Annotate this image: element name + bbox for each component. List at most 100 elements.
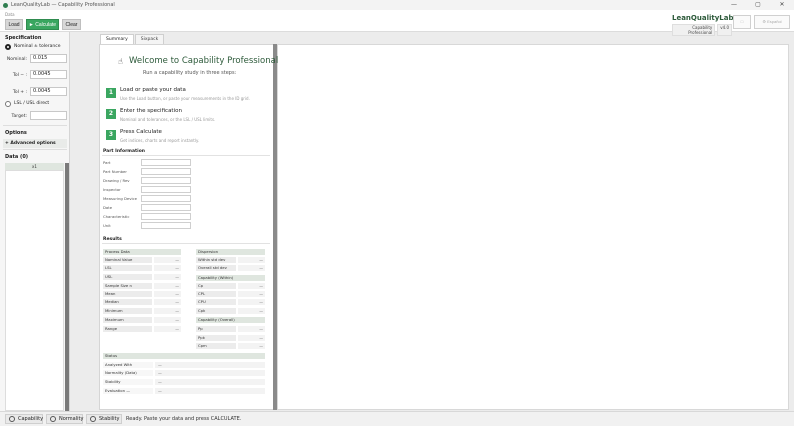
result-label: LSL [103,265,152,271]
close-button[interactable]: ✕ [770,0,794,10]
characteristic-input[interactable] [141,213,191,220]
result-label: Minimum [103,308,152,314]
result-label: Ppk [196,335,236,341]
result-label: Sample Size n [103,283,152,289]
result-label: CPU [196,299,236,305]
dispersion-header: Dispersion [196,249,265,255]
tab-capability[interactable]: Capability [5,414,43,424]
result-label: Cpk [196,308,236,314]
direct-mode-radio[interactable] [5,101,11,107]
welcome-subtitle: Run a capability study in three steps: [143,70,237,76]
result-value: — [238,291,265,297]
unit-input[interactable] [141,222,191,229]
view-tabs: Summary Sixpack [100,34,165,44]
load-button[interactable]: Load [5,19,23,30]
nominal-mode-radio[interactable] [5,44,11,50]
tab-label: Stability [99,416,120,422]
nominal-input[interactable]: 0.015 [30,54,67,63]
status-message: Ready. Paste your data and press CALCULA… [126,416,242,422]
result-value: — [154,317,181,323]
tol-plus-label: Tol + : [12,90,27,95]
tol-plus-input[interactable]: 0.0045 [30,87,67,96]
nominal-label: Nominal: [6,57,27,62]
inspector-input[interactable] [141,186,191,193]
circle-icon [9,416,15,422]
drawing-input[interactable] [141,177,191,184]
measuring-device-input[interactable] [141,195,191,202]
step-description: Nominal and tolerances, or the LSL / USL… [120,117,216,122]
step-number: 2 [106,109,116,119]
data-heading: Data (0) [5,154,29,160]
result-value: — [154,257,181,263]
tab-label: Capability [18,416,44,422]
result-label: Nominal Value [103,257,152,263]
result-value: — [238,265,265,271]
result-value: — [238,299,265,305]
status-value: — [155,370,265,376]
result-label: Overall std dev [196,265,236,271]
result-label: Median [103,299,152,305]
result-value: — [154,308,181,314]
result-label: Maximum [103,317,152,323]
toolbar-group-label: Data [5,12,15,17]
brand-name: LeanQualityLab [672,14,734,22]
status-value: — [155,388,265,394]
window-title: LeanQualityLab — Capability Professional [11,2,115,8]
window-controls: — ▢ ✕ [722,0,794,10]
step-title: Press Calculate [120,129,162,135]
minimize-button[interactable]: — [722,0,746,10]
result-value: — [154,326,181,332]
target-input[interactable] [30,111,67,120]
brand-block: LeanQualityLab Capability Professional v… [672,14,734,36]
data-grid[interactable] [5,170,64,411]
tab-normality[interactable]: Normality [46,414,83,424]
tol-minus-input[interactable]: 0.0045 [30,70,67,79]
advanced-options-toggle[interactable]: + Advanced options [3,139,67,148]
capability-overall-header: Capability (Overall) [196,317,265,323]
status-header: Status [103,353,265,359]
bottom-bar: Capability Normality Stability Ready. Pa… [0,411,794,426]
clear-button[interactable]: Clear [62,19,81,30]
tab-sixpack[interactable]: Sixpack [134,34,165,44]
left-panel-scrollbar[interactable] [65,163,69,411]
part-number-label: Part Number [103,169,127,174]
result-label: Within std dev [196,257,236,263]
result-value: — [154,291,181,297]
calculate-button[interactable]: ► Calculate [26,19,59,30]
result-value: — [154,265,181,271]
window-mode-button[interactable]: □ [733,15,751,29]
chart-area [277,44,789,410]
result-label: Pp [196,326,236,332]
process-data-header: Process Data [103,249,181,255]
step-number: 3 [106,130,116,140]
date-input[interactable] [141,204,191,211]
tab-summary[interactable]: Summary [100,34,134,44]
result-label: Cpm [196,343,236,349]
divider [3,149,67,150]
part-label: Part [103,160,111,165]
part-number-input[interactable] [141,168,191,175]
result-value: — [238,335,265,341]
step-number: 1 [106,88,116,98]
result-label: Cp [196,283,236,289]
result-label: Mean [103,291,152,297]
status-label: Normality (Data) [103,370,153,376]
tab-stability[interactable]: Stability [86,414,122,424]
app-logo-icon [3,2,8,8]
language-button[interactable]: ⚙ Español [754,15,790,29]
part-input[interactable] [141,159,191,166]
hand-icon: ☝ [118,57,123,66]
direct-mode-label: LSL / USL direct [14,101,50,106]
result-value: — [154,283,181,289]
result-value: — [238,308,265,314]
status-label: Evaluation — [103,388,153,394]
step-description: Use the Load button, or paste your measu… [120,96,250,101]
divider [102,155,270,156]
part-info-heading: Part Information [103,149,146,154]
maximize-button[interactable]: ▢ [746,0,770,10]
result-value: — [238,326,265,332]
circle-icon [50,416,56,422]
data-grid-column-header[interactable]: x1 [5,163,64,170]
results-heading: Results [103,237,122,242]
measuring-device-label: Measuring Device [103,196,137,201]
